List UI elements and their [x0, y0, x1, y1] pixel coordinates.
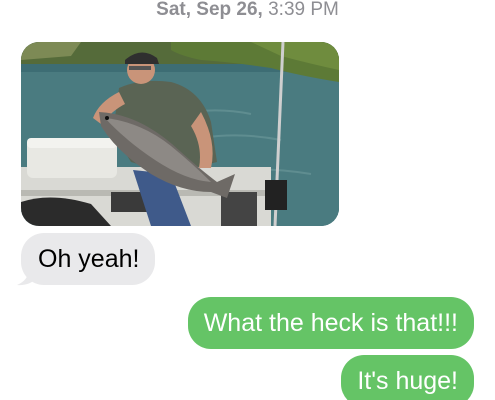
message-bubble-outgoing[interactable]: What the heck is that!!!	[187, 297, 474, 349]
message-text: It's huge!	[357, 367, 458, 395]
fishing-photo	[21, 42, 339, 226]
photo-message[interactable]	[21, 42, 339, 226]
message-thread: Sat, Sep 26, 3:39 PM Oh yeah! What the h…	[0, 0, 495, 400]
bubble-tail	[17, 268, 37, 286]
message-text: Oh yeah!	[38, 245, 140, 273]
message-bubble-outgoing[interactable]: It's huge!	[341, 355, 474, 400]
message-text: What the heck is that!!!	[203, 309, 458, 337]
thread-timestamp: Sat, Sep 26, 3:39 PM	[0, 0, 495, 22]
message-bubble-incoming[interactable]: Oh yeah!	[21, 233, 156, 285]
timestamp-day: Sat, Sep 26,	[156, 0, 263, 20]
timestamp-time: 3:39 PM	[268, 0, 339, 20]
